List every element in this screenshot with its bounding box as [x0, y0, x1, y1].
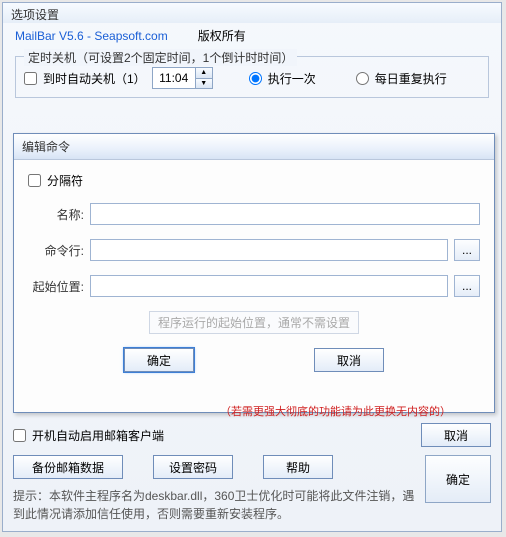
- start-position-input[interactable]: [90, 275, 448, 297]
- delimiter-checkbox[interactable]: 分隔符: [28, 172, 480, 189]
- delimiter-label: 分隔符: [47, 172, 83, 189]
- auto-start-label: 开机自动启用邮箱客户端: [32, 427, 164, 444]
- window-title: 选项设置: [3, 3, 501, 23]
- dialog-title: 编辑命令: [14, 134, 494, 160]
- bottom-ok-button[interactable]: 确定: [425, 455, 491, 503]
- start-position-label: 起始位置:: [28, 278, 84, 295]
- set-password-button[interactable]: 设置密码: [153, 455, 233, 479]
- command-browse-button[interactable]: ...: [454, 239, 480, 261]
- product-link[interactable]: MailBar V5.6 - Seapsoft.com: [15, 29, 168, 43]
- help-button[interactable]: 帮助: [263, 455, 333, 479]
- bottom-panel: （若需更强大彻底的功能请为此更换无内容的） 开机自动启用邮箱客户端 取消 备份邮…: [13, 403, 491, 523]
- start-position-hint: 程序运行的起始位置，通常不需设置: [149, 311, 359, 334]
- time-input[interactable]: [153, 68, 195, 88]
- dialog-cancel-button[interactable]: 取消: [314, 348, 384, 372]
- radio-daily-label: 每日重复执行: [375, 70, 447, 87]
- time-up-button[interactable]: ▲: [196, 68, 212, 78]
- options-window: 选项设置 MailBar V5.6 - Seapsoft.com 版权所有 定时…: [2, 2, 502, 532]
- start-browse-button[interactable]: ...: [454, 275, 480, 297]
- bottom-cancel-button[interactable]: 取消: [421, 423, 491, 447]
- shutdown-groupbox: 定时关机（可设置2个固定时间，1个倒计时时间） 到时自动关机（1） ▲ ▼ 执行…: [15, 56, 489, 98]
- command-input[interactable]: [90, 239, 448, 261]
- name-label: 名称:: [28, 206, 84, 223]
- red-note: （若需更强大彻底的功能请为此更换无内容的）: [13, 403, 491, 419]
- dialog-ok-button[interactable]: 确定: [124, 348, 194, 372]
- backup-button[interactable]: 备份邮箱数据: [13, 455, 123, 479]
- radio-once-label: 执行一次: [268, 70, 316, 87]
- copyright-label: 版权所有: [198, 27, 246, 44]
- time-down-button[interactable]: ▼: [196, 78, 212, 88]
- time-spinner[interactable]: ▲ ▼: [152, 67, 213, 89]
- shutdown-legend: 定时关机（可设置2个固定时间，1个倒计时时间）: [24, 49, 297, 66]
- auto-shutdown-checkbox[interactable]: 到时自动关机（1）: [24, 70, 146, 87]
- auto-start-checkbox[interactable]: 开机自动启用邮箱客户端: [13, 427, 421, 444]
- edit-command-dialog: 编辑命令 分隔符 名称: 命令行: ... 起始位置: ... 程序运行的起始位…: [13, 133, 495, 413]
- command-label: 命令行:: [28, 242, 84, 259]
- radio-once[interactable]: 执行一次: [249, 70, 316, 87]
- footer-hint: 提示：本软件主程序名为deskbar.dll，360卫士优化时可能将此文件注销，…: [13, 487, 417, 523]
- radio-daily[interactable]: 每日重复执行: [356, 70, 447, 87]
- auto-shutdown-label: 到时自动关机（1）: [43, 70, 146, 87]
- name-input[interactable]: [90, 203, 480, 225]
- header-row: MailBar V5.6 - Seapsoft.com 版权所有: [3, 23, 501, 52]
